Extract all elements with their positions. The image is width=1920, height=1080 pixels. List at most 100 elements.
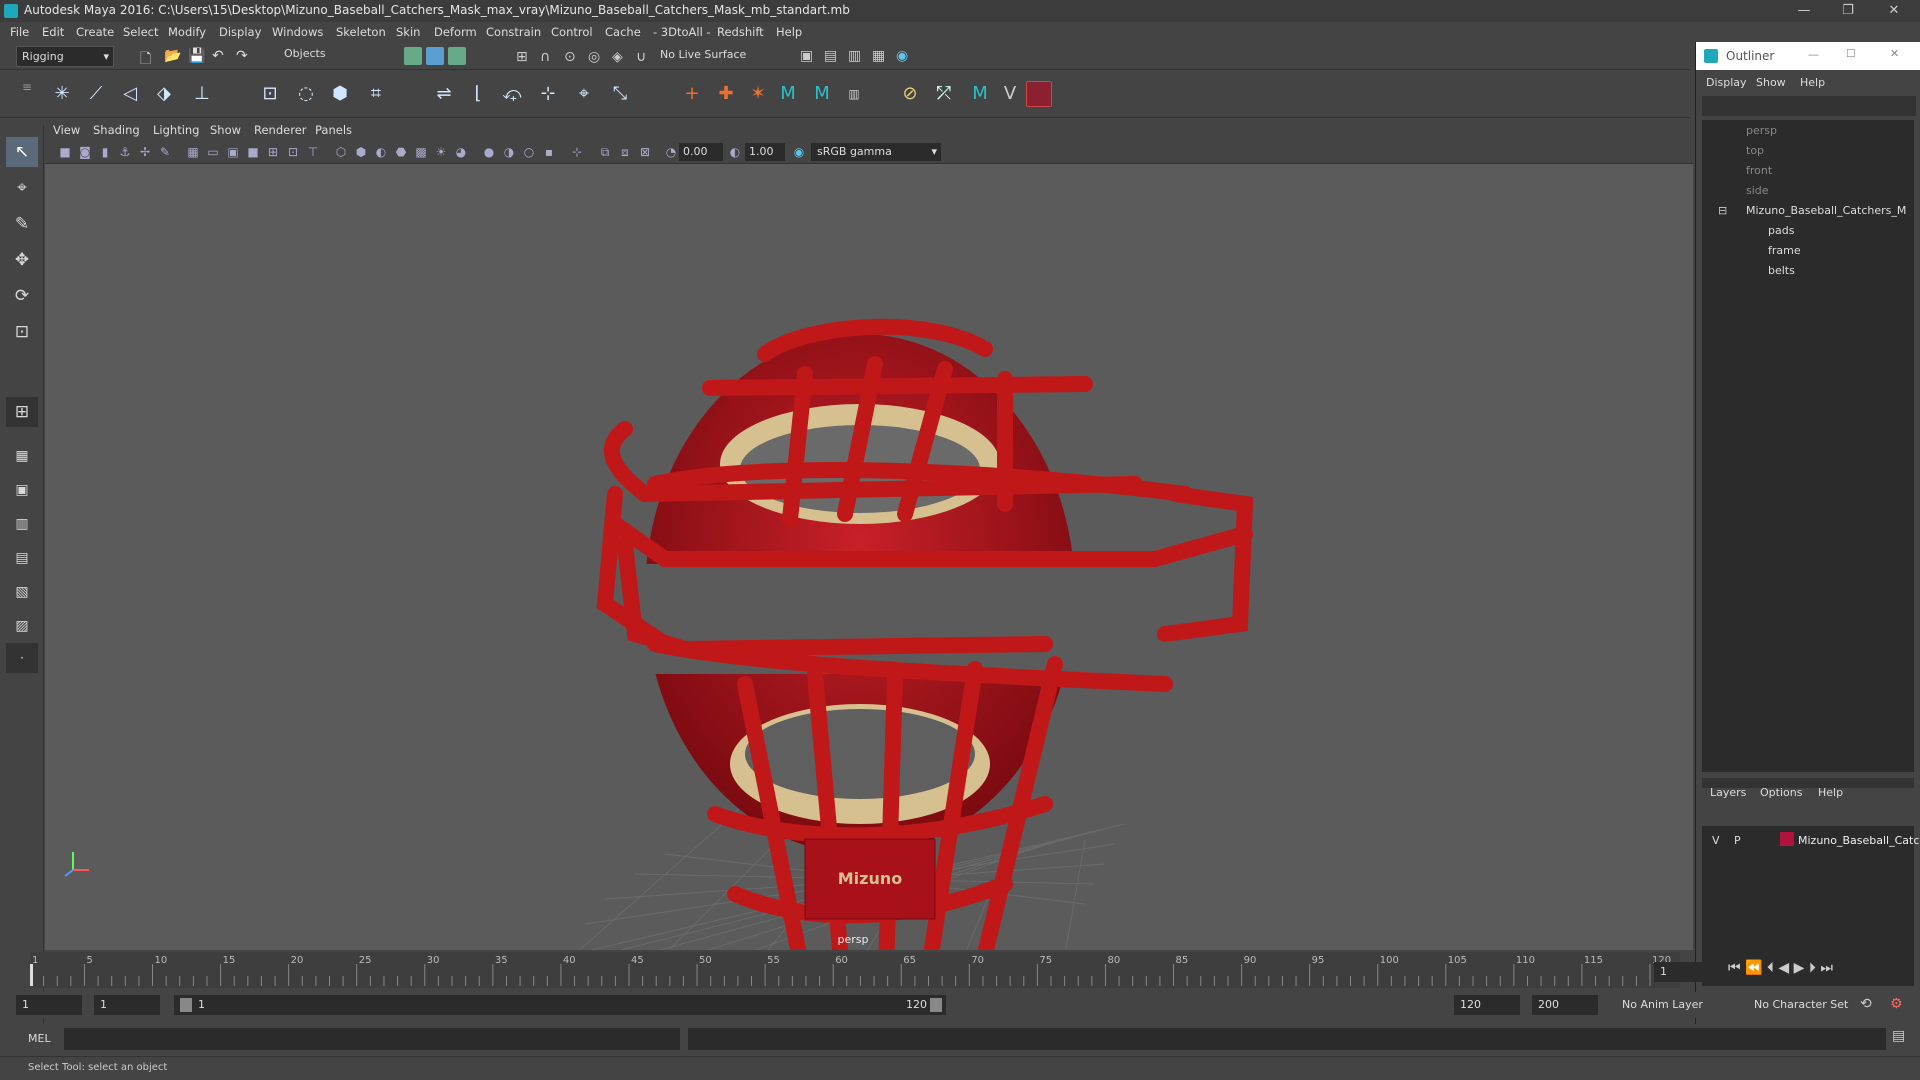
- orient-constraint-icon[interactable]: ✶: [744, 80, 772, 108]
- menu-redshift[interactable]: Redshift: [717, 25, 764, 39]
- outliner-camera-top[interactable]: top: [1746, 144, 1764, 157]
- shadows-icon[interactable]: ◕: [453, 144, 469, 160]
- quick-layout-icon[interactable]: ⊞: [6, 397, 38, 427]
- current-time-marker[interactable]: [30, 964, 33, 986]
- menu-skeleton[interactable]: Skeleton: [336, 25, 386, 39]
- exposure-field[interactable]: 0.00: [679, 143, 723, 161]
- character-set-dropdown[interactable]: No Character Set: [1754, 998, 1848, 1011]
- vp-menu-show[interactable]: Show: [210, 123, 241, 137]
- snap-curve-icon[interactable]: ∩: [540, 49, 550, 65]
- ik-spline-icon[interactable]: ◁: [116, 80, 144, 108]
- rotate-tool-icon[interactable]: ⟳: [6, 281, 38, 311]
- orient-joint-icon[interactable]: ⊥: [188, 80, 216, 108]
- restore-button[interactable]: ❐: [1828, 0, 1868, 22]
- time-slider[interactable]: 1 5 10 15 20 25 30 35 40 45 50 55 60 65 70 75 80 85 90 95 10…: [0, 952, 1716, 988]
- vp-menu-panels[interactable]: Panels: [315, 123, 352, 137]
- outliner-root-node[interactable]: Mizuno_Baseball_Catchers_M: [1746, 204, 1906, 217]
- gate-mask-icon[interactable]: ■: [245, 144, 261, 160]
- screen-space-ao-icon[interactable]: ●: [481, 144, 497, 160]
- collapse-icon[interactable]: ⊟: [1718, 204, 1727, 217]
- bind-skin-icon[interactable]: ⇌: [430, 80, 458, 108]
- menu-windows[interactable]: Windows: [272, 25, 323, 39]
- wireframe-icon[interactable]: ⬡: [333, 144, 349, 160]
- xray-components-icon[interactable]: ⊠: [637, 144, 653, 160]
- current-frame-field[interactable]: 1: [1654, 962, 1716, 982]
- layer-playback-toggle[interactable]: P: [1734, 834, 1741, 847]
- hypershade-persp-icon[interactable]: ▨: [6, 611, 38, 641]
- snap-magnet-icon[interactable]: ∪: [636, 49, 646, 65]
- move-tool-icon[interactable]: ✥: [6, 245, 38, 275]
- render-view-icon[interactable]: ◉: [896, 48, 908, 64]
- camera-select-icon[interactable]: ■: [57, 144, 73, 160]
- outliner-camera-persp[interactable]: persp: [1746, 124, 1777, 137]
- select-tool-icon[interactable]: ↖: [6, 137, 38, 167]
- outliner-node-pads[interactable]: pads: [1768, 224, 1794, 237]
- outliner-camera-side[interactable]: side: [1746, 184, 1769, 197]
- paint-weights-icon[interactable]: ⤽: [498, 80, 526, 108]
- use-all-lights-icon[interactable]: ☀: [433, 144, 449, 160]
- vp-menu-shading[interactable]: Shading: [93, 123, 140, 137]
- paint-select-icon[interactable]: ✎: [6, 209, 38, 239]
- vp-menu-view[interactable]: View: [53, 123, 80, 137]
- point-constraint-icon[interactable]: +: [678, 80, 706, 108]
- wire-icon[interactable]: ⌗: [362, 80, 390, 108]
- joint-tool-icon[interactable]: ✳: [48, 80, 76, 108]
- menu-cache[interactable]: Cache: [605, 25, 641, 39]
- safe-title-icon[interactable]: ⊤: [305, 144, 321, 160]
- menu-modify[interactable]: Modify: [168, 25, 206, 39]
- script-editor-icon[interactable]: ▤: [1892, 1028, 1905, 1044]
- layers-menu-help[interactable]: Help: [1818, 786, 1843, 799]
- menu-select[interactable]: Select: [123, 25, 158, 39]
- bookmark-icon[interactable]: ▮: [97, 144, 113, 160]
- outliner-node-frame[interactable]: frame: [1768, 244, 1801, 257]
- anim-layer-dropdown[interactable]: No Anim Layer: [1622, 998, 1703, 1011]
- scale-tool-icon[interactable]: ⊡: [6, 317, 38, 347]
- layer-visibility-toggle[interactable]: V: [1712, 834, 1720, 847]
- select-mode-dropdown[interactable]: Objects: [284, 47, 326, 60]
- vp-menu-lighting[interactable]: Lighting: [153, 123, 199, 137]
- open-scene-icon[interactable]: 📂: [164, 48, 181, 64]
- end-frame-field[interactable]: 200: [1532, 995, 1598, 1015]
- command-language-label[interactable]: MEL: [28, 1032, 51, 1045]
- shelf-options-icon[interactable]: ≡: [22, 80, 32, 94]
- auto-key-icon[interactable]: ⟲: [1860, 996, 1872, 1012]
- play-back-icon[interactable]: ◀: [1778, 960, 1789, 976]
- outliner-search-bar[interactable]: [1702, 96, 1916, 116]
- lasso-tool-icon[interactable]: ⌖: [6, 173, 38, 203]
- xray-joints-icon[interactable]: ⧈: [617, 144, 633, 160]
- camera-lock-icon[interactable]: ◙: [77, 144, 93, 160]
- vp-menu-renderer[interactable]: Renderer: [254, 123, 307, 137]
- gamma-field[interactable]: 1.00: [745, 143, 785, 161]
- outliner-node-belts[interactable]: belts: [1768, 264, 1795, 277]
- menu-edit[interactable]: Edit: [42, 25, 64, 39]
- outliner-persp-icon[interactable]: ▤: [6, 543, 38, 573]
- side-by-side-icon[interactable]: ▥: [6, 509, 38, 539]
- timeline-ruler[interactable]: 1 5 10 15 20 25 30 35 40 45 50 55 60 65 70 75 80 85 90 95 10…: [30, 952, 1680, 988]
- outliner-close-icon[interactable]: ✕: [1890, 47, 1899, 60]
- textured-icon[interactable]: ▩: [413, 144, 429, 160]
- layers-menu-layers[interactable]: Layers: [1710, 786, 1746, 799]
- ipr-render-icon[interactable]: ▤: [824, 48, 837, 64]
- wireframe-on-shaded-icon[interactable]: ⬣: [393, 144, 409, 160]
- outliner-camera-front[interactable]: front: [1746, 164, 1772, 177]
- playback-start-field[interactable]: 1: [94, 995, 160, 1015]
- range-slider-track[interactable]: 1 120: [174, 995, 946, 1015]
- hide-joints-icon[interactable]: ⊘: [896, 80, 924, 108]
- catchers-mask-model[interactable]: Mizuno: [596, 318, 1254, 950]
- gamma-icon[interactable]: ◐: [727, 144, 743, 160]
- render-frame-icon[interactable]: ▣: [800, 48, 813, 64]
- step-back-icon[interactable]: ⏪: [1745, 960, 1762, 976]
- aim-constraint-icon[interactable]: ✚: [712, 80, 740, 108]
- graph-persp-icon[interactable]: ▧: [6, 577, 38, 607]
- range-start-handle[interactable]: [180, 998, 192, 1012]
- component-editor-icon[interactable]: ▥: [840, 80, 868, 108]
- menu-create[interactable]: Create: [76, 25, 114, 39]
- prev-key-icon[interactable]: ⏴: [1767, 960, 1774, 976]
- play-forward-icon[interactable]: ▶: [1794, 960, 1805, 976]
- layers-menu-options[interactable]: Options: [1760, 786, 1802, 799]
- color-management-icon[interactable]: ◉: [791, 144, 807, 160]
- outliner-menu-display[interactable]: Display: [1706, 76, 1747, 89]
- select-hierarchy-icon[interactable]: [404, 47, 422, 65]
- snap-grid-icon[interactable]: ⊞: [516, 49, 528, 65]
- start-frame-field[interactable]: 1: [16, 995, 82, 1015]
